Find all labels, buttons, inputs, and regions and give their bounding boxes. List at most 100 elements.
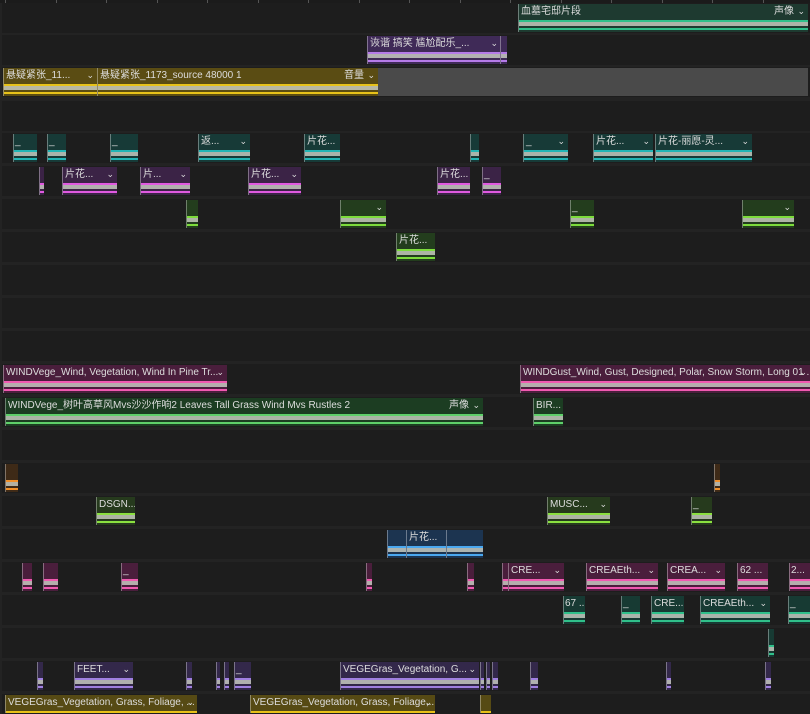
audio-clip[interactable]: 片花... ⌄ xyxy=(593,134,653,162)
audio-track[interactable] xyxy=(2,265,810,295)
clip-effect-menu[interactable]: 音量 xyxy=(344,68,364,83)
audio-clip[interactable]: WINDVege_Wind, Vegetation, Wind In Pine … xyxy=(3,365,227,393)
chevron-down-icon[interactable]: ⌄ xyxy=(783,200,791,214)
audio-clip[interactable]: ⌄ xyxy=(340,200,386,228)
audio-clip[interactable] xyxy=(486,662,490,690)
audio-clip[interactable]: 62 ... xyxy=(737,563,768,591)
audio-clip[interactable]: FEET... ⌄ xyxy=(74,662,133,690)
audio-clip[interactable]: CREAEth... ⌄ xyxy=(586,563,658,591)
audio-track[interactable]: VEGEGras_Vegetation, Grass, Foliage, ...… xyxy=(2,694,810,714)
audio-clip[interactable] xyxy=(467,563,474,591)
audio-clip[interactable] xyxy=(186,662,192,690)
audio-clip[interactable] xyxy=(366,563,372,591)
chevron-down-icon[interactable]: ⌄ xyxy=(599,497,607,511)
chevron-down-icon[interactable]: ⌄ xyxy=(799,365,807,379)
audio-clip[interactable]: CREAEth... ⌄ xyxy=(700,596,770,624)
audio-track[interactable] xyxy=(2,331,810,361)
chevron-down-icon[interactable]: ⌄ xyxy=(647,563,655,577)
chevron-down-icon[interactable]: ⌄ xyxy=(86,68,94,82)
audio-track[interactable]: 血墓宅邸片段 声像 ⌄ xyxy=(2,3,810,33)
audio-track[interactable]: FEET... ⌄ _ VEGEGras_Vegetation, G... ⌄ xyxy=(2,661,810,691)
chevron-down-icon[interactable]: ⌄ xyxy=(642,134,650,148)
audio-clip[interactable] xyxy=(387,530,406,558)
chevron-down-icon[interactable]: ⌄ xyxy=(216,365,224,379)
chevron-down-icon[interactable]: ⌄ xyxy=(186,695,194,709)
audio-track[interactable]: 片花... xyxy=(2,232,810,262)
audio-clip[interactable] xyxy=(39,167,44,195)
audio-clip[interactable]: 悬疑紧张_11... ⌄ xyxy=(3,68,97,96)
audio-clip[interactable]: _ xyxy=(482,167,501,195)
audio-clip[interactable]: _ xyxy=(691,497,712,525)
audio-clip[interactable]: _ xyxy=(621,596,640,624)
audio-clip[interactable] xyxy=(22,563,32,591)
audio-clip[interactable]: MUSC... ⌄ xyxy=(547,497,610,525)
audio-clip[interactable] xyxy=(224,662,229,690)
audio-clip[interactable] xyxy=(5,464,18,492)
chevron-down-icon[interactable]: ⌄ xyxy=(553,563,561,577)
audio-clip[interactable]: 片花... ⌄ xyxy=(248,167,301,195)
chevron-down-icon[interactable]: ⌄ xyxy=(290,167,298,181)
audio-clip[interactable]: _ ⌄ xyxy=(523,134,568,162)
audio-track[interactable]: 诙谐 搞笑 尴尬配乐_... ⌄ xyxy=(2,35,810,65)
audio-clip[interactable] xyxy=(480,662,484,690)
audio-clip[interactable]: 片花... xyxy=(406,530,446,558)
audio-clip[interactable]: 片花... xyxy=(437,167,470,195)
audio-clip[interactable]: VEGEGras_Vegetation, Grass, Foliage,... ⌄ xyxy=(250,695,435,713)
chevron-down-icon[interactable]: ⌄ xyxy=(797,4,805,18)
audio-track[interactable]: 67 ... _ CRE... CREAEth...⌄ _ xyxy=(2,595,810,625)
audio-clip[interactable]: _ xyxy=(13,134,37,162)
audio-clip[interactable] xyxy=(470,134,479,162)
audio-track[interactable]: 片花... xyxy=(2,529,810,559)
audio-clip[interactable]: 片花... ⌄ xyxy=(62,167,117,195)
audio-clip[interactable]: CRE... xyxy=(651,596,684,624)
audio-track[interactable]: 片花... ⌄ 片... ⌄ 片花... ⌄ 片花... _ xyxy=(2,166,810,196)
audio-track[interactable]: DSGN... MUSC... ⌄ _ xyxy=(2,496,810,526)
audio-clip[interactable]: 返... ⌄ xyxy=(198,134,250,162)
audio-track[interactable]: WINDVege_Wind, Vegetation, Wind In Pine … xyxy=(2,364,810,394)
audio-track[interactable]: WINDVege_树叶高草风Mvs沙沙作响2 Leaves Tall Grass… xyxy=(2,397,810,427)
chevron-down-icon[interactable]: ⌄ xyxy=(714,563,722,577)
chevron-down-icon[interactable]: ⌄ xyxy=(106,167,114,181)
audio-clip[interactable] xyxy=(768,629,774,657)
audio-clip[interactable]: 诙谐 搞笑 尴尬配乐_... ⌄ xyxy=(367,36,501,64)
audio-clip[interactable] xyxy=(666,662,671,690)
audio-clip[interactable]: WINDVege_树叶高草风Mvs沙沙作响2 Leaves Tall Grass… xyxy=(5,398,483,426)
audio-clip[interactable]: VEGEGras_Vegetation, Grass, Foliage, ...… xyxy=(5,695,197,713)
chevron-down-icon[interactable]: ⌄ xyxy=(122,662,130,676)
chevron-down-icon[interactable]: ⌄ xyxy=(759,596,767,610)
audio-track[interactable] xyxy=(2,298,810,328)
audio-clip[interactable]: 血墓宅邸片段 声像 ⌄ xyxy=(518,4,808,32)
audio-clip[interactable]: DSGN... xyxy=(96,497,135,525)
audio-clip[interactable] xyxy=(43,563,58,591)
audio-clip[interactable]: 片花... xyxy=(304,134,340,162)
audio-clip[interactable]: _ xyxy=(570,200,594,228)
chevron-down-icon[interactable]: ⌄ xyxy=(179,167,187,181)
audio-clip[interactable] xyxy=(37,662,43,690)
audio-clip[interactable]: _ xyxy=(788,596,810,624)
clip-effect-menu[interactable]: 声像 xyxy=(449,398,469,413)
audio-clip[interactable]: _ xyxy=(110,134,138,162)
audio-clip[interactable]: VEGEGras_Vegetation, G... ⌄ xyxy=(340,662,479,690)
audio-track[interactable] xyxy=(2,430,810,460)
chevron-down-icon[interactable]: ⌄ xyxy=(472,398,480,412)
audio-clip[interactable]: _ xyxy=(121,563,138,591)
audio-clip[interactable] xyxy=(492,662,498,690)
audio-track[interactable] xyxy=(2,628,810,658)
audio-clip[interactable]: BIR... xyxy=(533,398,563,426)
audio-track[interactable] xyxy=(2,463,810,493)
audio-clip[interactable]: 2... xyxy=(789,563,810,591)
chevron-down-icon[interactable]: ⌄ xyxy=(741,134,749,148)
audio-clip[interactable] xyxy=(216,662,220,690)
audio-clip[interactable] xyxy=(714,464,720,492)
audio-clip[interactable] xyxy=(500,36,507,64)
audio-clip[interactable] xyxy=(530,662,538,690)
chevron-down-icon[interactable]: ⌄ xyxy=(490,36,498,50)
audio-track[interactable]: _ _ _ 返... ⌄ 片花... _ ⌄ 片花... ⌄ 片花-丽愿-灵... ⌄ xyxy=(2,133,810,163)
audio-clip[interactable] xyxy=(446,530,483,558)
chevron-down-icon[interactable]: ⌄ xyxy=(375,200,383,214)
audio-clip[interactable]: _ xyxy=(234,662,251,690)
audio-clip[interactable]: 悬疑紧张_1173_source 48000 1 音量 ⌄ xyxy=(97,68,378,96)
chevron-down-icon[interactable]: ⌄ xyxy=(424,695,432,709)
audio-clip[interactable]: 片花... xyxy=(396,233,435,261)
audio-clip[interactable]: 片花-丽愿-灵... ⌄ xyxy=(655,134,752,162)
